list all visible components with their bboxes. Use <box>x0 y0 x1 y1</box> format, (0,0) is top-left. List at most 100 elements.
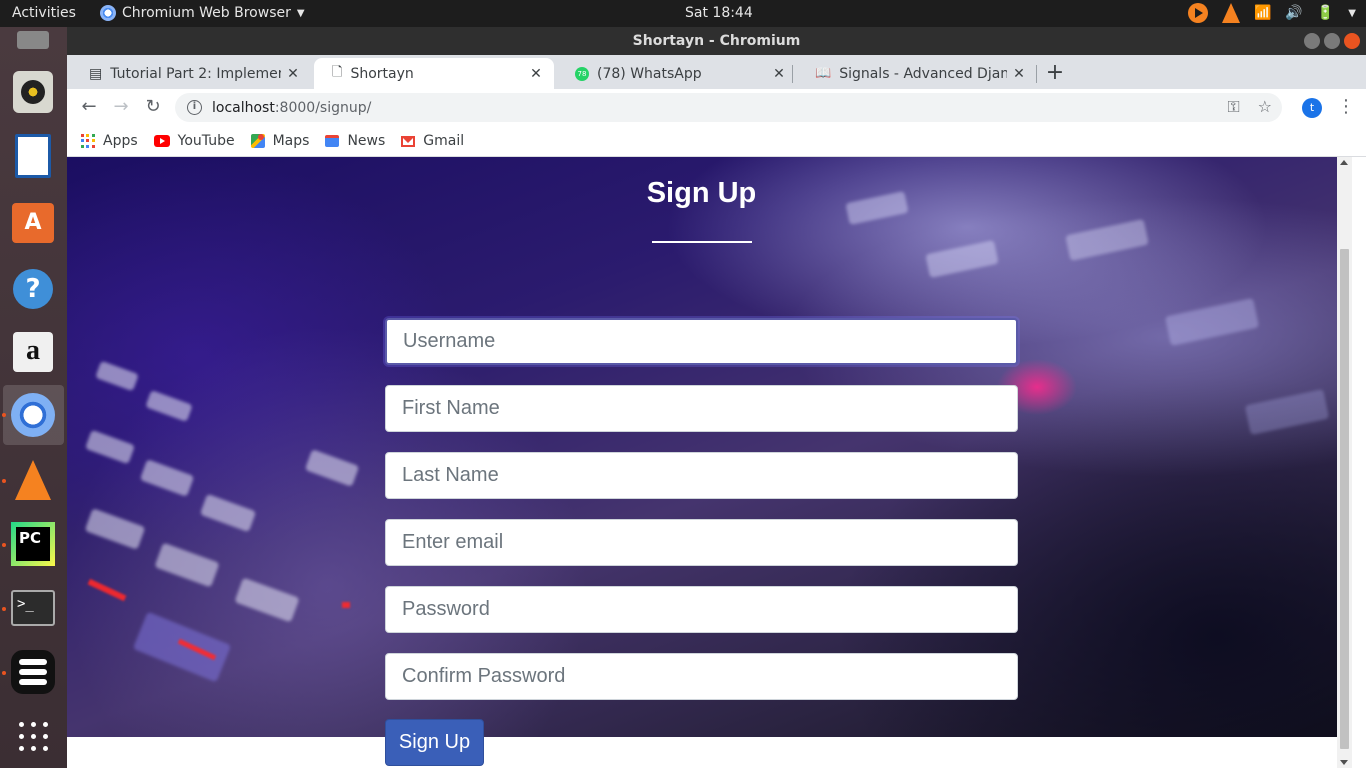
keyboard-key-shape <box>95 360 139 392</box>
system-tray: 📶 🔊 🔋 ▼ <box>1187 3 1356 23</box>
page-title: Sign Up <box>646 177 757 209</box>
disk-icon[interactable] <box>10 27 56 53</box>
running-indicator <box>2 413 6 417</box>
first-name-input[interactable] <box>385 385 1018 432</box>
star-icon[interactable]: ☆ <box>1258 97 1272 117</box>
back-arrow-icon[interactable]: ← <box>77 95 101 119</box>
terminal-icon[interactable]: >_ <box>10 585 56 631</box>
battery-icon[interactable]: 🔋 <box>1317 5 1334 21</box>
address-bar[interactable]: i localhost:8000/signup/ ⚿ ☆ <box>175 93 1282 122</box>
news-icon <box>325 135 340 147</box>
window-titlebar[interactable]: Shortayn - Chromium <box>67 27 1366 55</box>
system-menu-chevron-icon[interactable]: ▼ <box>1348 8 1356 19</box>
keyboard-key-shape <box>84 429 136 465</box>
minimize-icon[interactable] <box>1304 33 1320 49</box>
scroll-down-icon[interactable] <box>1340 760 1348 765</box>
close-icon[interactable]: ✕ <box>281 66 305 82</box>
email-input[interactable] <box>385 519 1018 566</box>
close-window-icon[interactable] <box>1344 33 1360 49</box>
keyboard-key-shape <box>132 611 232 683</box>
tab-tutorial[interactable]: ▤ Tutorial Part 2: Implement ✕ <box>71 58 311 89</box>
profile-avatar[interactable]: t <box>1302 98 1322 118</box>
wifi-icon[interactable]: 📶 <box>1254 5 1271 21</box>
tab-whatsapp[interactable]: 78 (78) WhatsApp ✕ <box>557 58 797 89</box>
chromium-icon[interactable] <box>10 392 56 438</box>
window-controls <box>1304 33 1360 49</box>
app-menu[interactable]: Chromium Web Browser ▼ <box>100 5 305 21</box>
keyboard-key-shape <box>139 459 195 497</box>
last-name-input[interactable] <box>385 452 1018 499</box>
keyboard-key-shape <box>154 542 220 588</box>
password-input[interactable] <box>385 586 1018 633</box>
maximize-icon[interactable] <box>1324 33 1340 49</box>
confirm-password-input[interactable] <box>385 653 1018 700</box>
key-icon[interactable]: ⚿ <box>1227 97 1239 117</box>
keyboard-key-shape <box>304 449 360 487</box>
tab-strip: ▤ Tutorial Part 2: Implement ✕ 🗋 Shortay… <box>67 55 1366 89</box>
tab-separator <box>792 65 793 83</box>
close-icon[interactable]: ✕ <box>1007 66 1031 82</box>
sign-up-button[interactable]: Sign Up <box>385 719 484 766</box>
clock[interactable]: Sat 18:44 <box>685 5 753 21</box>
bookmark-youtube[interactable]: YouTube <box>153 133 235 149</box>
help-icon[interactable]: ? <box>10 266 56 312</box>
omnibox-actions: ⚿ ☆ <box>1227 97 1272 117</box>
writer-icon[interactable] <box>10 133 56 179</box>
tab-title: (78) WhatsApp <box>597 65 702 82</box>
scrollbar-thumb[interactable] <box>1340 249 1349 749</box>
volume-icon[interactable]: 🔊 <box>1285 5 1302 21</box>
book-icon: 📖 <box>815 66 832 81</box>
page-icon: 🗋 <box>332 64 343 80</box>
url-path: :8000/signup/ <box>274 99 372 116</box>
tab-shortayn[interactable]: 🗋 Shortayn ✕ <box>314 58 554 89</box>
amazon-icon[interactable]: a <box>10 329 56 375</box>
keyboard-key-shape <box>1244 389 1330 435</box>
close-icon[interactable]: ✕ <box>524 66 548 82</box>
running-indicator <box>2 607 6 611</box>
bookmark-label: YouTube <box>177 133 235 149</box>
kebab-menu-icon[interactable]: ⋮ <box>1337 96 1355 117</box>
document-icon: ▤ <box>89 65 103 82</box>
todo-list-icon[interactable] <box>10 649 56 695</box>
tab-title: Signals - Advanced Django <box>839 65 1007 82</box>
username-input[interactable] <box>385 318 1018 365</box>
close-icon[interactable]: ✕ <box>767 66 791 82</box>
whatsapp-icon: 78 <box>575 66 589 81</box>
youtube-icon <box>153 135 170 147</box>
bookmark-apps[interactable]: Apps <box>81 133 138 149</box>
running-indicator <box>2 671 6 675</box>
bookmarks-bar: Apps YouTube Maps News Gmail <box>67 126 1366 157</box>
title-underline <box>652 241 752 243</box>
keyboard-led-shape <box>342 602 350 608</box>
vlc-cone-icon[interactable] <box>1221 3 1240 23</box>
bookmark-gmail[interactable]: Gmail <box>401 133 464 149</box>
activities-button[interactable]: Activities <box>12 5 76 21</box>
system-top-bar: Activities Chromium Web Browser ▼ Sat 18… <box>0 0 1366 27</box>
tab-title: Shortayn <box>350 65 414 82</box>
site-info-icon[interactable]: i <box>187 100 202 115</box>
vlc-play-icon[interactable] <box>1187 3 1208 23</box>
keyboard-led-shape <box>87 578 127 602</box>
page-scrollbar[interactable] <box>1337 157 1352 768</box>
chevron-down-icon: ▼ <box>296 7 305 19</box>
bookmark-news[interactable]: News <box>325 133 385 149</box>
rhythmbox-icon[interactable] <box>10 69 56 115</box>
reload-icon[interactable]: ↻ <box>141 95 165 119</box>
scroll-up-icon[interactable] <box>1340 160 1348 165</box>
software-center-icon[interactable]: A <box>10 200 56 246</box>
running-indicator <box>2 479 6 483</box>
keyboard-key-shape <box>925 239 999 279</box>
bookmark-label: Gmail <box>423 133 465 149</box>
new-tab-button[interactable]: + <box>1042 60 1068 85</box>
keyboard-key-shape <box>199 493 257 533</box>
bookmark-label: Maps <box>272 133 310 149</box>
tab-signals[interactable]: 📖 Signals - Advanced Django ✕ <box>797 58 1037 89</box>
bookmark-maps[interactable]: Maps <box>250 133 310 149</box>
window-title: Shortayn - Chromium <box>632 33 801 49</box>
pycharm-icon[interactable]: PC <box>10 521 56 567</box>
vlc-icon[interactable] <box>10 457 56 503</box>
browser-window: Shortayn - Chromium ▤ Tutorial Part 2: I… <box>67 27 1366 768</box>
chromium-icon <box>100 5 116 21</box>
show-applications-icon[interactable] <box>10 713 56 759</box>
forward-arrow-icon[interactable]: → <box>109 95 133 119</box>
